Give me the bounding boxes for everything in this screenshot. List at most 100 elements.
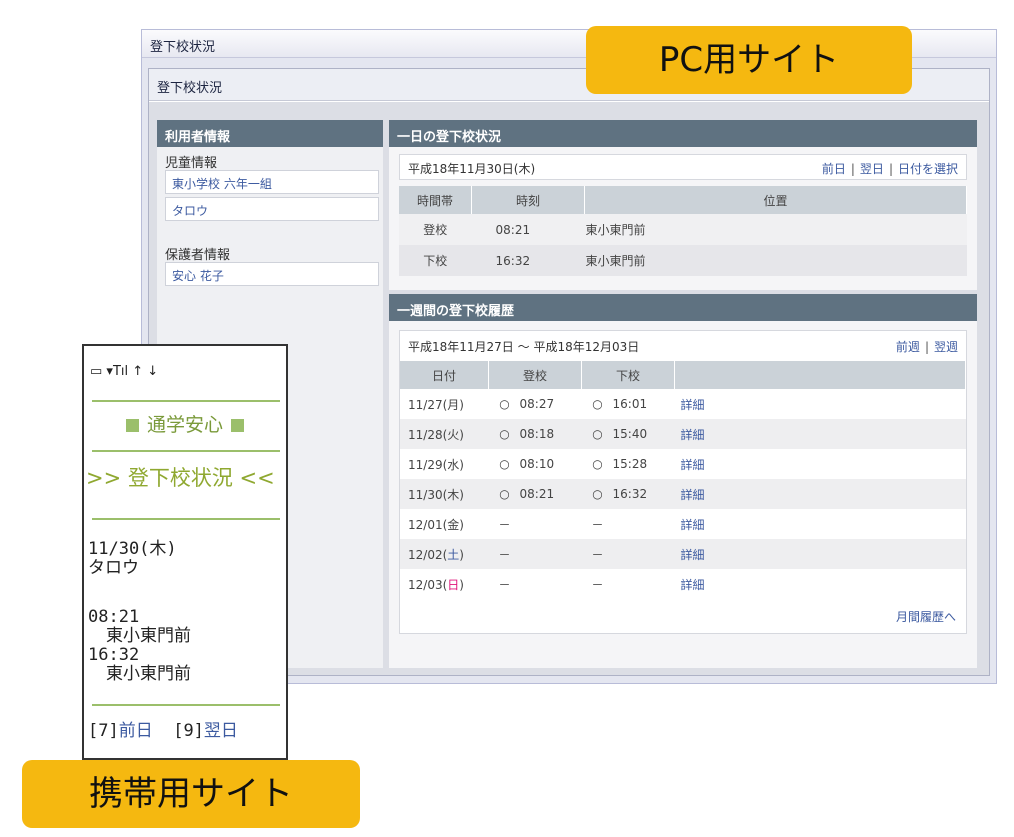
row-detail: 詳細 — [674, 539, 966, 569]
daily-nav: 前日 | 翌日 | 日付を選択 — [822, 160, 958, 177]
row-arrival: ○ 08:27 — [488, 389, 582, 419]
detail-link[interactable]: 詳細 — [681, 548, 705, 562]
detail-link[interactable]: 詳細 — [681, 488, 705, 502]
prev-day-link[interactable]: 前日 — [822, 162, 846, 176]
user-info-header: 利用者情報 — [157, 120, 383, 147]
pc-site-label: PC用サイト — [586, 26, 912, 94]
daily-status-title: 一日の登下校状況 — [397, 130, 502, 145]
col-departure: 下校 — [581, 361, 675, 389]
table-header-row: 時間帯 時刻 位置 — [399, 186, 967, 214]
divider — [92, 518, 280, 520]
row-detail: 詳細 — [674, 569, 966, 599]
departure-mark: － — [591, 577, 604, 592]
daily-status-panel: 一日の登下校状況 平成18年11月30日(木) 前日 | 翌日 | 日付を選択 時間帯 … — [389, 120, 977, 290]
row-arrival: － — [488, 509, 582, 539]
daily-date: 平成18年11月30日(木) — [408, 162, 536, 176]
mobile-arrival-place: 東小東門前 — [106, 626, 191, 646]
col-time: 時刻 — [471, 186, 585, 214]
detail-link[interactable]: 詳細 — [681, 578, 705, 592]
child-name-field: タロウ — [165, 197, 379, 221]
row-date-text: 12/03 — [408, 577, 443, 592]
square-icon — [231, 419, 244, 432]
arrival-mark: － — [498, 517, 511, 532]
row-period: 登校 — [423, 223, 448, 237]
row-detail: 詳細 — [674, 479, 966, 509]
row-date-text: 11/28 — [408, 427, 443, 442]
child-school-field: 東小学校 六年一組 — [165, 170, 379, 194]
row-date-text: 12/01 — [408, 517, 443, 532]
row-day-of-week: 金 — [447, 517, 460, 532]
arrival-time: 08:27 — [519, 397, 555, 411]
detail-link[interactable]: 詳細 — [681, 398, 705, 412]
table-row: 下校 16:32 東小東門前 — [399, 245, 967, 276]
row-day-of-week: 土 — [447, 547, 460, 562]
row-arrival: ○ 08:10 — [488, 449, 582, 479]
guardian-name-value: 安心 花子 — [172, 269, 224, 283]
divider — [92, 400, 280, 402]
row-date: 12/03(日) — [400, 569, 489, 599]
detail-link[interactable]: 詳細 — [681, 458, 705, 472]
row-arrival: ○ 08:18 — [488, 419, 582, 449]
guardian-info-label: 保護者情報 — [165, 248, 231, 263]
divider — [92, 704, 280, 706]
monthly-history-link[interactable]: 月間履歴へ — [896, 608, 956, 625]
row-time: 08:21 — [495, 222, 531, 237]
col-detail — [674, 361, 966, 389]
mobile-app-title-text: 通学安心 — [146, 414, 223, 436]
row-detail: 詳細 — [674, 419, 966, 449]
next-day-key: [9] — [173, 721, 204, 741]
row-day-of-week: 火 — [447, 427, 460, 442]
table-row: 12/02(土) － － 詳細 — [400, 539, 966, 569]
mobile-date: 11/30(木) — [88, 539, 177, 559]
mobile-arrival-time: 08:21 — [88, 607, 140, 627]
table-row: 12/01(金) － － 詳細 — [400, 509, 966, 539]
col-period: 時間帯 — [399, 186, 472, 214]
divider — [92, 450, 280, 452]
mobile-nav: [7]前日 [9]翌日 — [88, 722, 238, 741]
square-icon — [125, 419, 139, 432]
mobile-app-title: 通学安心 — [84, 410, 286, 437]
row-departure: － — [581, 509, 675, 539]
mobile-next-day-link[interactable]: 翌日 — [204, 721, 238, 741]
row-date: 12/02(土) — [400, 539, 489, 569]
mobile-prev-day-link[interactable]: 前日 — [119, 721, 153, 741]
departure-mark: ○ — [592, 487, 603, 501]
row-arrival: － — [488, 539, 582, 569]
prev-day-key: [7] — [88, 721, 119, 741]
row-date: 11/28(火) — [400, 419, 489, 449]
arrival-mark: － — [498, 547, 511, 562]
next-day-link[interactable]: 翌日 — [860, 162, 884, 176]
departure-mark: ○ — [592, 427, 603, 441]
row-date-text: 11/30 — [408, 487, 443, 502]
departure-time: 15:28 — [612, 457, 648, 471]
arrival-time: 08:18 — [519, 427, 555, 441]
detail-link[interactable]: 詳細 — [681, 428, 705, 442]
daily-status-table: 時間帯 時刻 位置 登校 08:21 東小東門前 下校 16:32 東小東門前 — [399, 186, 967, 276]
row-time: 16:32 — [495, 253, 531, 268]
weekly-history-panel: 一週間の登下校履歴 平成18年11月27日 ～ 平成18年12月03日 前週 | 翌… — [389, 294, 977, 668]
mobile-page-title: >> 登下校状況 << — [86, 466, 275, 490]
daily-date-bar: 平成18年11月30日(木) 前日 | 翌日 | 日付を選択 — [399, 154, 967, 180]
departure-mark: ○ — [592, 397, 603, 411]
row-departure: ○ 15:28 — [581, 449, 675, 479]
weekly-range-bar: 平成18年11月27日 ～ 平成18年12月03日 前週 | 翌週 — [400, 331, 966, 359]
row-date-text: 11/27 — [408, 397, 443, 412]
detail-link[interactable]: 詳細 — [681, 518, 705, 532]
daily-status-header: 一日の登下校状況 — [389, 120, 977, 147]
table-row: 11/29(水) ○ 08:10 ○ 15:28 詳細 — [400, 449, 966, 479]
select-date-link[interactable]: 日付を選択 — [898, 162, 958, 176]
prev-week-link[interactable]: 前週 — [896, 340, 920, 354]
child-school-value: 東小学校 六年一組 — [172, 177, 272, 191]
table-row: 11/30(木) ○ 08:21 ○ 16:32 詳細 — [400, 479, 966, 509]
child-name-value: タロウ — [172, 204, 209, 218]
row-date: 12/01(金) — [400, 509, 489, 539]
arrival-time: 08:10 — [519, 457, 555, 471]
row-place: 東小東門前 — [585, 254, 646, 268]
row-departure: ○ 16:32 — [581, 479, 675, 509]
row-date: 11/27(月) — [400, 389, 489, 419]
table-row: 登校 08:21 東小東門前 — [399, 214, 967, 245]
nav-separator: | — [850, 162, 855, 176]
weekly-table-body: 11/27(月) ○ 08:27 ○ 16:01 詳細 11/28(火) ○ 08:18 ○ 15:… — [400, 389, 966, 599]
next-week-link[interactable]: 翌週 — [934, 340, 958, 354]
row-day-of-week: 水 — [447, 457, 460, 472]
